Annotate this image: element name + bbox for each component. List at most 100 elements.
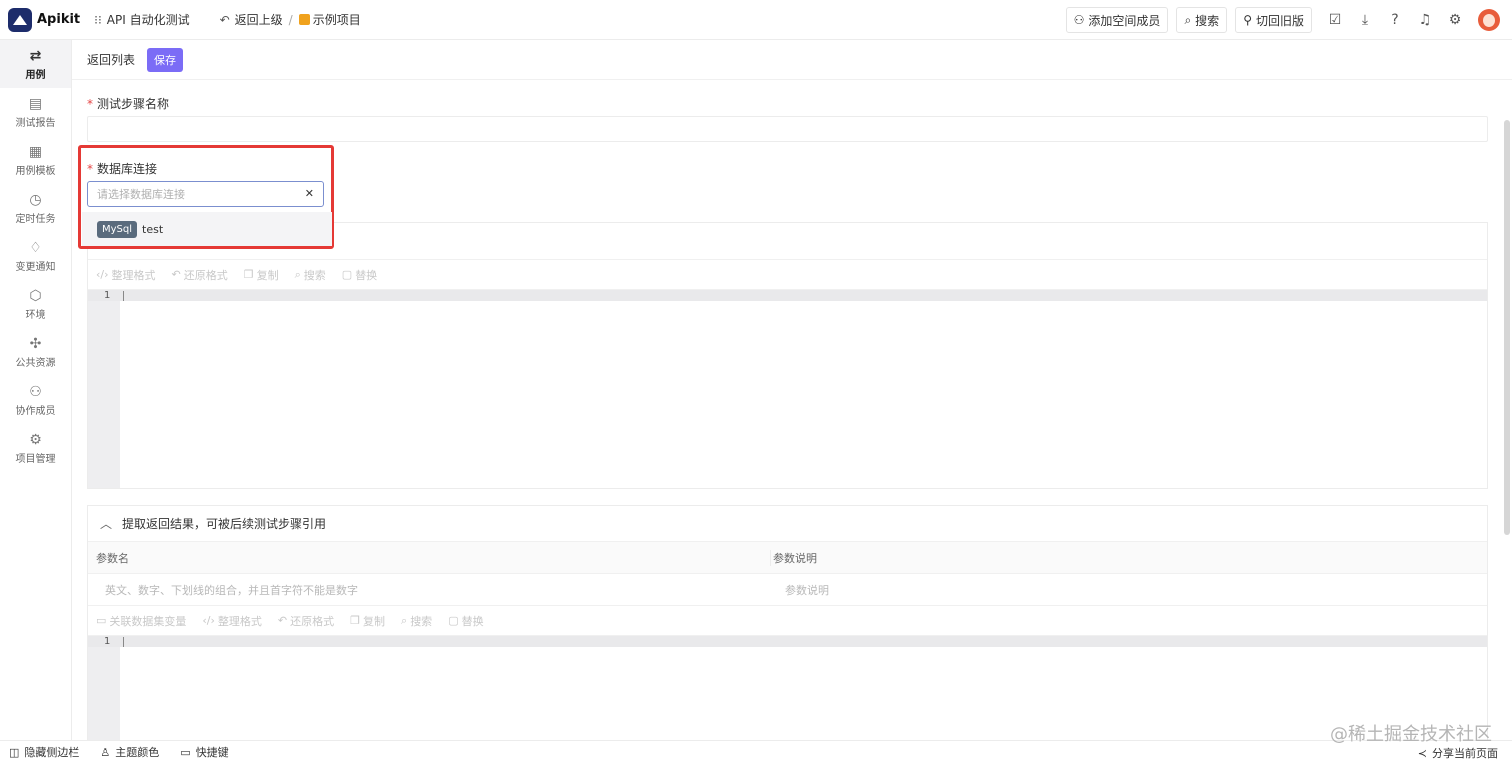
- db-connection-select[interactable]: 请选择数据库连接 ✕: [87, 181, 324, 207]
- sidebar-item-resources[interactable]: ✣ 公共资源: [0, 328, 71, 376]
- back-upper-link[interactable]: ↶ 返回上级: [220, 11, 283, 28]
- sidebar-item-label: 协作成员: [15, 405, 56, 417]
- hide-sidebar-label: 隐藏侧边栏: [24, 746, 80, 759]
- db-option-name: test: [142, 222, 164, 236]
- search-button[interactable]: ⌕ 搜索: [1176, 7, 1228, 33]
- save-button[interactable]: 保存: [147, 47, 184, 72]
- copy-tool[interactable]: ❐ 复制: [244, 267, 279, 283]
- active-line: [88, 636, 1487, 647]
- calendar-check-icon[interactable]: ☑: [1320, 12, 1350, 28]
- vertical-scrollbar[interactable]: [1504, 120, 1510, 535]
- copy-label: 复制: [256, 268, 279, 282]
- param-desc-input[interactable]: 参数说明: [770, 582, 1448, 598]
- settings-icon[interactable]: ⚙: [1440, 12, 1470, 28]
- clear-icon[interactable]: ✕: [305, 187, 314, 200]
- search-icon: ⌕: [401, 613, 408, 627]
- project-link[interactable]: 示例项目: [298, 11, 361, 28]
- sidebar-item-label: 测试报告: [15, 117, 56, 129]
- step-name-input[interactable]: [87, 116, 1488, 142]
- avatar[interactable]: [1478, 9, 1500, 31]
- replace-icon: ▢: [448, 614, 459, 627]
- format-tool[interactable]: ‹/› 整理格式: [202, 613, 262, 629]
- search-label: 搜索: [1195, 13, 1220, 28]
- sql-editor-toolbar: ‹/› 整理格式 ↶ 还原格式 ❐ 复制 ⌕ 搜索 ▢ 替换: [88, 260, 1487, 290]
- sidebar-item-label: 用例: [25, 69, 46, 81]
- sidebar-item-members[interactable]: ⚇ 协作成员: [0, 376, 71, 424]
- sidebar-item-label: 项目管理: [15, 453, 56, 465]
- copy-label: 复制: [363, 614, 386, 628]
- replace-icon: ▢: [341, 268, 353, 281]
- text-cursor: [123, 291, 124, 301]
- module-switcher[interactable]: ⁝⁝ API 自动化测试: [94, 11, 189, 28]
- replace-label: 替换: [355, 268, 378, 282]
- search-tool[interactable]: ⌕ 搜索: [401, 613, 432, 629]
- restore-label: 还原格式: [183, 268, 228, 282]
- line-number: 1: [104, 290, 111, 301]
- step-name-label: * 测试步骤名称: [87, 95, 169, 112]
- main-content: 返回列表 保存 * 测试步骤名称 * 数据库连接 请选择数据库连接 ✕ MySql …: [72, 40, 1512, 740]
- share-page-label: 分享当前页面: [1432, 747, 1498, 760]
- report-icon: ▤: [28, 95, 43, 112]
- sidebar-item-scheduled[interactable]: ◷ 定时任务: [0, 184, 71, 232]
- param-name-input[interactable]: 英文、数字、下划线的组合，并且首字符不能是数字: [88, 582, 770, 598]
- search-tool[interactable]: ⌕ 搜索: [295, 267, 326, 283]
- switch-old-button[interactable]: ⚲ 切回旧版: [1235, 7, 1312, 33]
- format-label: 整理格式: [217, 614, 262, 628]
- back-to-list-button[interactable]: 返回列表: [82, 48, 140, 72]
- gear-icon: ⚙: [29, 431, 42, 448]
- cube-icon: ⬡: [29, 287, 42, 304]
- sidebar-item-environment[interactable]: ⬡ 环境: [0, 280, 71, 328]
- sidebar-icon: ◫: [9, 745, 20, 759]
- db-type-tag: MySql: [97, 220, 138, 238]
- db-option-item[interactable]: MySql test: [82, 212, 332, 246]
- col-param-name: 参数名: [96, 551, 129, 565]
- undo-icon: ↶: [219, 12, 230, 27]
- replace-tool[interactable]: ▢ 替换: [342, 267, 377, 283]
- add-member-button[interactable]: ⚇ 添加空间成员: [1065, 7, 1169, 33]
- restore-tool[interactable]: ↶ 还原格式: [172, 267, 228, 283]
- shortcuts-button[interactable]: ▭ 快捷键: [180, 744, 228, 760]
- sql-editor-panel: ‹/› 整理格式 ↶ 还原格式 ❐ 复制 ⌕ 搜索 ▢ 替换 1: [87, 222, 1488, 489]
- chevron-up-icon: ︿: [100, 517, 113, 531]
- active-line: [88, 290, 1487, 301]
- share-page-button[interactable]: ≺ 分享当前页面: [1418, 745, 1498, 761]
- bell-icon: ♢: [29, 239, 42, 256]
- extract-code-area[interactable]: 1: [88, 636, 1487, 740]
- shortcuts-label: 快捷键: [195, 746, 229, 759]
- undo-icon: ↶: [277, 614, 288, 627]
- sidebar-item-notifications[interactable]: ♢ 变更通知: [0, 232, 71, 280]
- restore-tool[interactable]: ↶ 还原格式: [278, 613, 334, 629]
- text-cursor: [123, 637, 124, 647]
- db-connection-placeholder: 请选择数据库连接: [97, 188, 185, 201]
- apikit-logo-icon: [8, 7, 32, 32]
- sql-code-area[interactable]: 1: [88, 290, 1487, 488]
- shirt-icon: ♙: [100, 745, 111, 759]
- link-dataset-tool[interactable]: ▭ 关联数据集变量: [96, 613, 186, 629]
- extract-panel-header[interactable]: ︿ 提取返回结果，可被后续测试步骤引用: [88, 506, 1487, 542]
- search-icon: ⌕: [294, 267, 301, 281]
- format-tool[interactable]: ‹/› 整理格式: [96, 267, 156, 283]
- theme-color-button[interactable]: ♙ 主题颜色: [100, 744, 159, 760]
- line-gutter: [88, 290, 120, 488]
- sidebar-item-project-settings[interactable]: ⚙ 项目管理: [0, 424, 71, 472]
- module-name: API 自动化测试: [106, 13, 190, 27]
- sidebar-item-cases[interactable]: ⇄ 用例: [0, 40, 71, 88]
- swap-icon: ⇄: [29, 47, 42, 64]
- sidebar-item-templates[interactable]: ▦ 用例模板: [0, 136, 71, 184]
- sidebar-item-reports[interactable]: ▤ 测试报告: [0, 88, 71, 136]
- extract-table-header: 参数名 参数说明: [88, 542, 1487, 574]
- logo[interactable]: Apikit: [8, 7, 80, 32]
- back-upper-label: 返回上级: [234, 13, 283, 27]
- search-label: 搜索: [303, 268, 326, 282]
- hide-sidebar-button[interactable]: ◫ 隐藏侧边栏: [9, 744, 79, 760]
- puzzle-icon: ✣: [29, 335, 42, 352]
- copy-tool[interactable]: ❐ 复制: [350, 613, 385, 629]
- bottom-bar: ◫ 隐藏侧边栏 ♙ 主题颜色 ▭ 快捷键 ≺ 分享当前页面: [0, 740, 1512, 763]
- download-icon[interactable]: ⤓: [1350, 12, 1380, 28]
- line-gutter: [88, 636, 120, 740]
- sidebar: ⇄ 用例 ▤ 测试报告 ▦ 用例模板 ◷ 定时任务 ♢ 变更通知 ⬡ 环境 ✣ …: [0, 40, 72, 740]
- bell-icon[interactable]: ♫: [1410, 12, 1440, 28]
- help-icon[interactable]: ?: [1380, 12, 1410, 28]
- replace-tool[interactable]: ▢ 替换: [448, 613, 483, 629]
- pin-icon: ⚲: [1243, 13, 1252, 27]
